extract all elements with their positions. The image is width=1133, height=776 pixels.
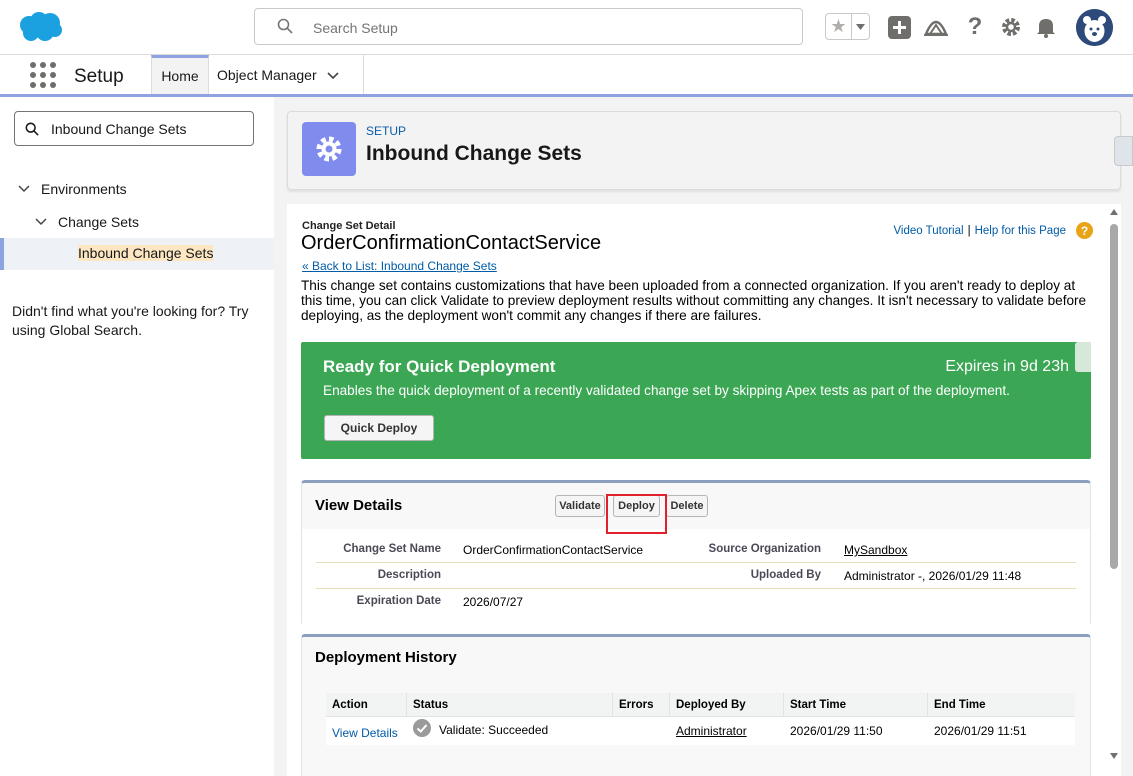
scroll-down-arrow-icon[interactable] (1110, 753, 1118, 759)
banner-edge-handle[interactable] (1075, 342, 1091, 372)
errors-cell (613, 717, 670, 745)
change-set-title: OrderConfirmationContactService (301, 232, 602, 254)
quick-deploy-button[interactable]: Quick Deploy (324, 415, 434, 441)
search-setup-input[interactable]: Search Setup (254, 8, 803, 45)
deploy-highlight-box (606, 494, 667, 534)
tree-item-inbound-change-sets[interactable]: Inbound Change Sets (0, 238, 274, 270)
app-title: Setup (74, 66, 124, 87)
column-header-deployed-by: Deployed By (670, 693, 784, 717)
detail-eyebrow: Change Set Detail (302, 220, 396, 232)
main-panel: SETUP Inbound Change Sets Change Set Det… (274, 97, 1133, 776)
quick-deploy-banner: Ready for Quick Deployment Expires in 9d… (301, 342, 1091, 459)
tree-item-change-sets[interactable]: Change Sets (35, 214, 139, 230)
help-icon[interactable]: ? (962, 13, 988, 40)
field-label-source-organization: Source Organization (708, 543, 821, 555)
back-to-list-link[interactable]: « Back to List: Inbound Change Sets (302, 259, 497, 273)
source-organization-link[interactable]: MySandbox (844, 543, 907, 557)
field-label-expiration-date: Expiration Date (356, 595, 441, 607)
help-separator: | (967, 224, 971, 237)
scroll-up-arrow-icon[interactable] (1110, 209, 1118, 215)
add-icon[interactable] (886, 14, 912, 40)
chevron-down-icon[interactable] (35, 218, 47, 226)
validate-button[interactable]: Validate (555, 495, 605, 517)
not-found-hint: Didn't find what you're looking for? Try… (12, 303, 249, 338)
bell-icon[interactable] (1033, 14, 1059, 40)
global-header: Search Setup ★ ? (0, 0, 1133, 55)
end-time-cell: 2026/01/29 11:51 (928, 717, 1075, 745)
tree-item-inbound-change-sets-label: Inbound Change Sets (78, 245, 214, 261)
page-header: SETUP Inbound Change Sets (287, 111, 1121, 190)
status-cell: Validate: Succeeded (407, 717, 613, 745)
tab-object-manager-label: Object Manager (217, 66, 317, 83)
quick-deploy-expires: Expires in 9d 23h (945, 358, 1069, 375)
delete-button[interactable]: Delete (666, 495, 708, 517)
setup-left-nav: Inbound Change Sets Environments Change … (0, 97, 274, 776)
row-divider (316, 588, 1076, 589)
chevron-down-icon[interactable] (327, 67, 339, 83)
view-details-link[interactable]: View Details (326, 717, 407, 745)
deployed-by-link[interactable]: Administrator (670, 717, 784, 745)
star-icon[interactable]: ★ (826, 14, 852, 39)
field-value-expiration-date: 2026/07/27 (463, 595, 524, 609)
app-launcher-icon[interactable] (30, 62, 56, 88)
column-header-action: Action (326, 693, 407, 717)
help-links: Video Tutorial | Help for this Page ? (893, 222, 1093, 239)
field-value-change-set-name: OrderConfirmationContactService (463, 543, 644, 557)
scrollbar-thumb[interactable] (1110, 224, 1118, 569)
tree-item-change-sets-label: Change Sets (58, 214, 139, 230)
vertical-scrollbar[interactable] (1107, 204, 1121, 776)
panel-toggle-handle[interactable] (1114, 136, 1133, 166)
table-row: View Details Validate: Succeeded Adminis… (326, 717, 1075, 745)
help-for-page-link[interactable]: Help for this Page (975, 225, 1066, 237)
video-tutorial-link[interactable]: Video Tutorial (893, 225, 963, 237)
context-bar: Setup Home Object Manager (0, 55, 1133, 97)
search-icon (277, 18, 293, 39)
deployment-history-heading: Deployment History (315, 649, 457, 666)
column-header-errors: Errors (613, 693, 670, 717)
tab-home[interactable]: Home (151, 55, 209, 94)
setup-gear-icon (302, 122, 356, 176)
tree-item-environments-label: Environments (41, 181, 127, 197)
column-header-status: Status (407, 693, 613, 717)
user-avatar[interactable] (1076, 9, 1113, 46)
quick-find-value: Inbound Change Sets (51, 121, 187, 137)
status-text: Validate: Succeeded (439, 722, 549, 737)
field-label-description: Description (377, 569, 441, 581)
field-label-uploaded-by: Uploaded By (750, 569, 821, 581)
quick-deploy-description: Enables the quick deployment of a recent… (323, 383, 1010, 398)
checkmark-icon (413, 719, 431, 740)
column-header-end-time: End Time (928, 693, 1075, 717)
tab-home-label: Home (161, 68, 199, 84)
detail-description: This change set contains customizations … (301, 278, 1087, 323)
field-label-change-set-name: Change Set Name (343, 543, 441, 555)
field-value-uploaded-by: Administrator -, 2026/01/29 11:48 (844, 569, 1022, 583)
page-title: Inbound Change Sets (366, 142, 582, 165)
change-set-detail: Change Set Detail OrderConfirmationConta… (287, 204, 1121, 776)
chevron-down-icon[interactable] (18, 185, 30, 193)
tree-item-environments[interactable]: Environments (18, 181, 127, 197)
search-placeholder: Search Setup (313, 20, 398, 36)
gear-icon[interactable] (998, 14, 1024, 40)
favorites-control[interactable]: ★ (825, 13, 870, 40)
quick-deploy-title: Ready for Quick Deployment (323, 357, 556, 376)
chevron-down-icon[interactable] (852, 14, 869, 39)
quick-find-input[interactable]: Inbound Change Sets (14, 111, 254, 146)
page-eyebrow: SETUP (366, 124, 407, 138)
tab-object-manager[interactable]: Object Manager (209, 55, 364, 94)
salesforce-logo[interactable] (17, 11, 63, 48)
search-icon (25, 122, 39, 141)
help-question-icon[interactable]: ? (1076, 222, 1093, 239)
start-time-cell: 2026/01/29 11:50 (784, 717, 928, 745)
view-details-heading: View Details (315, 497, 403, 514)
column-header-start-time: Start Time (784, 693, 928, 717)
view-details-block: View Details Validate Deploy Delete Chan… (301, 480, 1091, 626)
row-divider (316, 562, 1076, 563)
trailhead-icon[interactable] (923, 14, 949, 40)
